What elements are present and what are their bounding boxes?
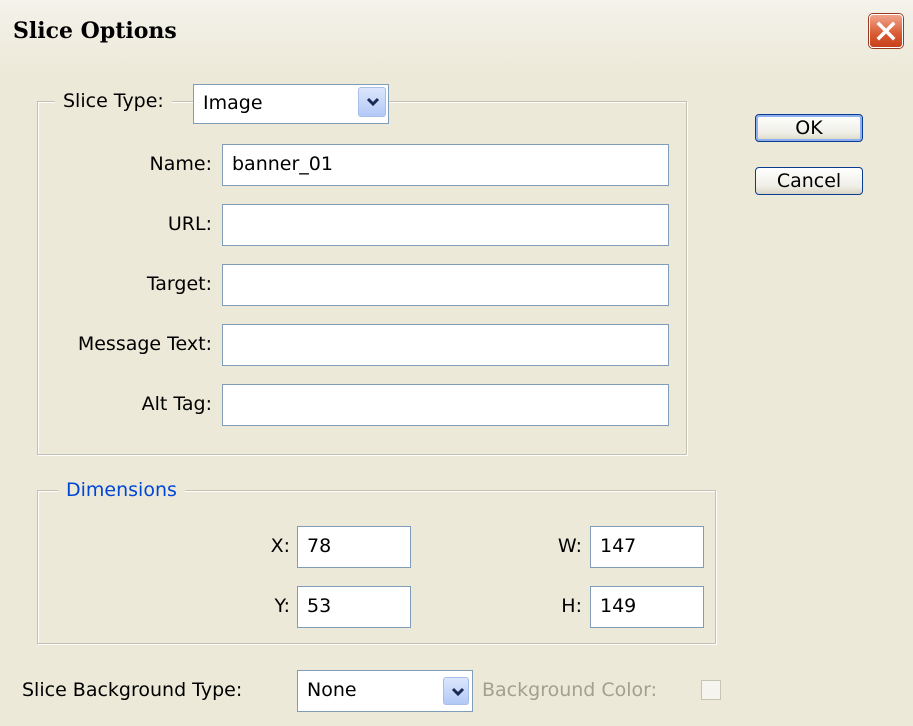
name-field[interactable]: banner_01 <box>222 144 669 186</box>
x-field[interactable]: 78 <box>297 526 411 568</box>
window-title: Slice Options <box>13 18 177 44</box>
close-icon <box>876 21 896 41</box>
url-field[interactable] <box>222 204 669 246</box>
background-type-dropdown-button[interactable] <box>443 677 469 705</box>
background-type-value: None <box>307 679 357 701</box>
w-label: W: <box>557 535 582 557</box>
ok-button[interactable]: OK <box>755 114 863 142</box>
y-field[interactable]: 53 <box>297 586 411 628</box>
message-text-field[interactable] <box>222 324 669 366</box>
slice-type-dropdown-button[interactable] <box>358 87 386 117</box>
chevron-down-icon <box>451 687 465 697</box>
x-label: X: <box>270 535 290 557</box>
url-label: URL: <box>167 213 212 235</box>
target-field[interactable] <box>222 264 669 306</box>
y-label: Y: <box>274 595 290 617</box>
slice-type-value: Image <box>203 92 263 114</box>
message-text-label: Message Text: <box>77 333 212 355</box>
slice-type-label: Slice Type: <box>63 90 164 112</box>
slice-type-select[interactable]: Image <box>193 84 389 124</box>
name-label: Name: <box>149 153 212 175</box>
w-field[interactable]: 147 <box>590 526 704 568</box>
background-color-label: Background Color: <box>482 679 658 701</box>
slice-type-legend: Slice Type: <box>55 86 172 116</box>
chevron-down-icon <box>366 97 380 107</box>
dimensions-legend: Dimensions <box>58 475 185 505</box>
background-type-select[interactable]: None <box>297 670 473 712</box>
background-type-label: Slice Background Type: <box>22 679 243 701</box>
cancel-button[interactable]: Cancel <box>755 167 863 195</box>
h-label: H: <box>561 595 582 617</box>
h-field[interactable]: 149 <box>590 586 704 628</box>
alt-tag-field[interactable] <box>222 384 669 426</box>
background-color-swatch <box>701 680 721 700</box>
target-label: Target: <box>146 273 212 295</box>
title-bar: Slice Options <box>0 0 913 76</box>
close-button[interactable] <box>869 14 903 48</box>
alt-tag-label: Alt Tag: <box>141 393 212 415</box>
